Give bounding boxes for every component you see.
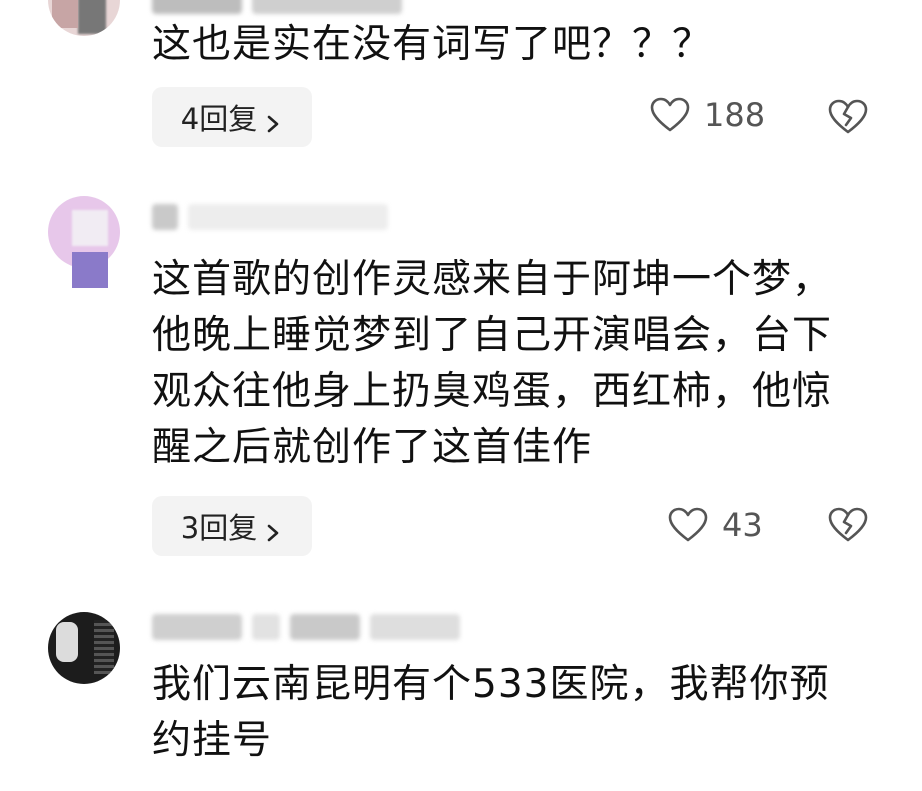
- avatar[interactable]: [48, 612, 120, 684]
- username-blurred[interactable]: [152, 612, 460, 642]
- comment-item: 我们云南昆明有个533医院，我帮你预 约挂号: [0, 0, 922, 791]
- comment-text: 我们云南昆明有个533医院，我帮你预 约挂号: [152, 662, 830, 763]
- avatar-blur: [56, 622, 78, 662]
- avatar-blur: [94, 620, 114, 674]
